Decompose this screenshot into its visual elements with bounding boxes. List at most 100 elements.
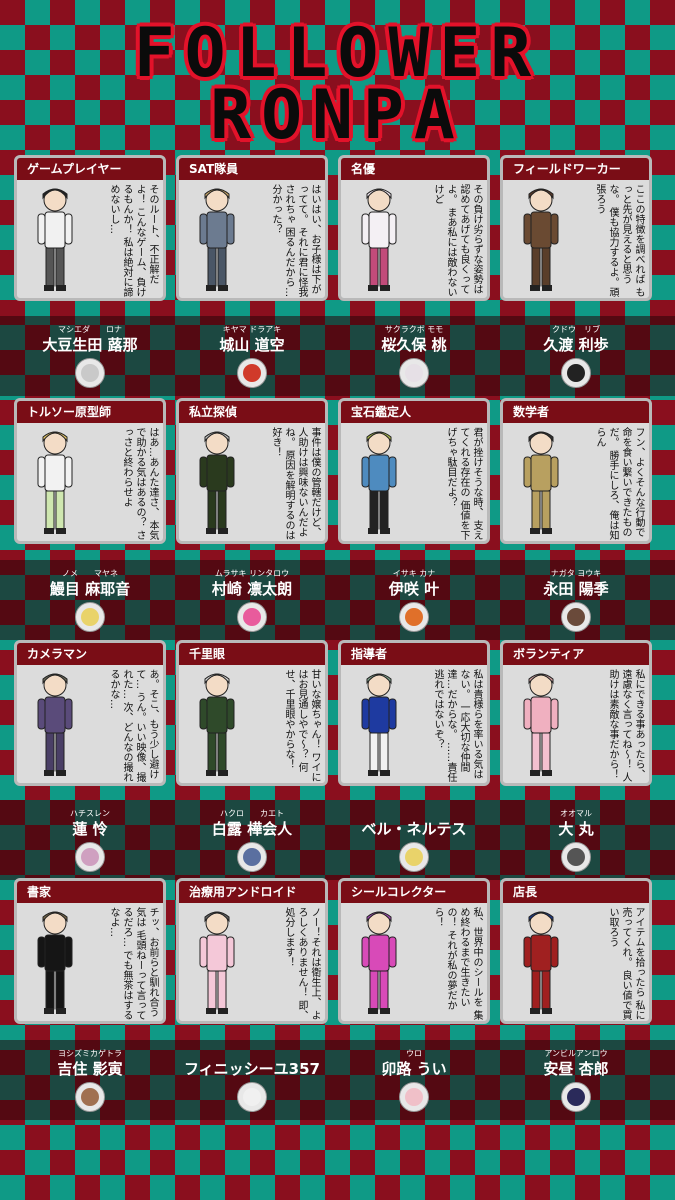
follower-name: 吉住 影寅 — [57, 1060, 123, 1078]
follower-info: フィニッシーユ357 — [176, 1048, 328, 1112]
occupation-label: 指導者 — [341, 643, 487, 665]
name-reading: マシエダ ロナ — [58, 325, 122, 334]
character-quote: 甘いな嬢ちゃん！ ワイにはお見通しやで～？ 何せ、千里眼やからな！ — [283, 669, 320, 783]
follower-info: オオマル大 丸 — [500, 808, 652, 872]
name-reading: ハクロ カエト — [220, 809, 284, 818]
character-quote: 私、世界中のシールを 集め終わるまで生きたいの！ それが私の夢だから！ — [432, 907, 482, 1021]
follower-info: アンビルアンロウ 安昼 杏郎 — [500, 1048, 652, 1112]
occupation-label: 数学者 — [503, 401, 649, 423]
avatar-icon — [75, 602, 105, 632]
avatar-icon — [399, 358, 429, 388]
occupation-label: 私立探偵 — [179, 401, 325, 423]
character-card: 私立探偵事件は僕の管轄だけど、 人助けは興味ないんだよね。 原因を解明するのは好… — [176, 398, 328, 544]
occupation-label: 治療用アンドロイド — [179, 881, 325, 903]
avatar-icon — [237, 1082, 267, 1112]
character-card: カメラマンあ。そこ、もう少し避けて… うん。いい映像、撮れた… 次、どんなの撮れ… — [14, 640, 166, 786]
follower-info: キヤマ ドラアキ 城山 道空 — [176, 324, 328, 388]
avatar-icon — [237, 842, 267, 872]
occupation-label: カメラマン — [17, 643, 163, 665]
character-card: 指導者 私は貴様らを率いる気はない。 一応大切な仲間達…だからな。 ……責任逃れで… — [338, 640, 490, 786]
avatar-icon — [237, 602, 267, 632]
occupation-label: 宝石鑑定人 — [341, 401, 487, 423]
name-reading: ノメ マヤネ — [62, 569, 118, 578]
character-quote: はいはい、お子様は下がってて。 それに君に怪我されちゃ 困るんだから…分かった？ — [270, 184, 320, 298]
follower-name: 村崎 凛太朗 — [211, 580, 293, 598]
name-reading — [338, 808, 490, 820]
character-quote: ここの特徴を調べれば もっと先が見えると思うな。 僕も協力するよ。頑張ろう — [594, 184, 644, 298]
name-reading: ヨシズミカゲトラ — [58, 1049, 122, 1058]
character-figure — [199, 188, 235, 291]
character-quote: アイテムを拾ったら 私に売ってくれ。 良い値で買い取ろう — [607, 907, 644, 1021]
occupation-label: ボランティア — [503, 643, 649, 665]
avatar-icon — [561, 842, 591, 872]
character-quote: はあ…あんた達さ、 本気で助かる気はあるの？ さっさと終わらせよ — [121, 427, 158, 541]
character-figure — [523, 188, 559, 291]
name-reading: ハチスレン — [70, 809, 110, 818]
avatar-icon — [561, 602, 591, 632]
name-reading — [176, 1048, 328, 1060]
character-card: ボランティア 私にできる事あったら、 遠慮なく言ってね～！ 人助けは素敵な事だから… — [500, 640, 652, 786]
character-quote: フン、よくそんな行動で 命を食い繋いできたものだ。 勝手にしろ、俺は知らん — [594, 427, 644, 541]
character-figure — [37, 188, 73, 291]
character-figure — [361, 431, 397, 534]
follower-info: クドウ リブ久渡 利歩 — [500, 324, 652, 388]
follower-name: フィニッシーユ357 — [183, 1060, 320, 1078]
character-quote: 君が挫けそうな時、 支えてくれる存在の 価値を下げちゃ駄目だよ？ — [445, 427, 482, 541]
occupation-label: シールコレクター — [341, 881, 487, 903]
character-quote: そのルート、不正解だよ！ こんなゲーム、負けるもんか！ 私は絶対に諦めないし… — [108, 184, 158, 298]
character-figure — [37, 673, 73, 776]
character-figure — [199, 431, 235, 534]
name-reading: クドウ リブ — [552, 325, 600, 334]
follower-info: イサキ カナ伊咲 叶 — [338, 568, 490, 632]
avatar-icon — [75, 842, 105, 872]
follower-name: 大豆生田 蕗那 — [42, 336, 138, 354]
character-card: 千里眼甘いな嬢ちゃん！ ワイにはお見通しやで～？ 何せ、千里眼やからな！ — [176, 640, 328, 786]
occupation-label: フィールドワーカー — [503, 158, 649, 180]
follower-info: ナガタ ヨウキ永田 陽季 — [500, 568, 652, 632]
avatar-icon — [399, 842, 429, 872]
occupation-label: SAT隊員 — [179, 158, 325, 180]
name-reading: オオマル — [560, 809, 592, 818]
character-quote: チッ、お前らと馴れ合う気は 毛頭ねーって言ってるだろ… でも無茶はするなよ… — [108, 907, 158, 1021]
follower-info: ハクロ カエト白露 樺会人 — [176, 808, 328, 872]
occupation-label: 店長 — [503, 881, 649, 903]
follower-info: ムラサキ リンタロウ 村崎 凛太朗 — [176, 568, 328, 632]
follower-name: 安昼 杏郎 — [543, 1060, 609, 1078]
character-card: SAT隊員はいはい、お子様は下がってて。 それに君に怪我されちゃ 困るんだから…… — [176, 155, 328, 301]
character-card: 名優 その負け劣らずな姿勢は 認めてあげても良くってよ。 まあ私には敵わないけど — [338, 155, 490, 301]
character-quote: あ。そこ、もう少し避けて… うん。いい映像、撮れた… 次、どんなの撮れるかな… — [108, 669, 158, 783]
character-figure — [523, 431, 559, 534]
avatar-icon — [399, 602, 429, 632]
follower-info: ヨシズミカゲトラ吉住 影寅 — [14, 1048, 166, 1112]
name-reading: イサキ カナ — [392, 569, 436, 578]
follower-info: マシエダ ロナ大豆生田 蕗那 — [14, 324, 166, 388]
follower-name: 久渡 利歩 — [543, 336, 609, 354]
character-quote: 事件は僕の管轄だけど、 人助けは興味ないんだよね。 原因を解明するのは好き！ — [270, 427, 320, 541]
character-card: トルソー原型師 はあ…あんた達さ、 本気で助かる気はあるの？ さっさと終わらせよ — [14, 398, 166, 544]
follower-name: 桜久保 桃 — [381, 336, 447, 354]
follower-name: 大 丸 — [558, 820, 594, 838]
follower-name: 永田 陽季 — [543, 580, 609, 598]
character-card: 店長アイテムを拾ったら 私に売ってくれ。 良い値で買い取ろう — [500, 878, 652, 1024]
character-figure — [361, 673, 397, 776]
name-reading: サクラクボ モモ — [384, 325, 444, 334]
avatar-icon — [399, 1082, 429, 1112]
character-card: 数学者フン、よくそんな行動で 命を食い繋いできたものだ。 勝手にしろ、俺は知らん — [500, 398, 652, 544]
character-figure — [523, 673, 559, 776]
title-line-2: RONPA — [210, 76, 465, 155]
follower-info: サクラクボ モモ桜久保 桃 — [338, 324, 490, 388]
avatar-icon — [561, 1082, 591, 1112]
name-reading: ウロ — [406, 1049, 422, 1058]
follower-name: 白露 樺会人 — [211, 820, 293, 838]
avatar-icon — [75, 358, 105, 388]
character-card: 宝石鑑定人君が挫けそうな時、 支えてくれる存在の 価値を下げちゃ駄目だよ？ — [338, 398, 490, 544]
occupation-label: 千里眼 — [179, 643, 325, 665]
character-card: ゲームプレイヤー そのルート、不正解だよ！ こんなゲーム、負けるもんか！ 私は絶対… — [14, 155, 166, 301]
character-card: 治療用アンドロイドノー！それは衛生上、 よろしくありません！ 即、処分します！ — [176, 878, 328, 1024]
follower-name: 伊咲 叶 — [388, 580, 440, 598]
occupation-label: 書家 — [17, 881, 163, 903]
name-reading: ナガタ ヨウキ — [550, 569, 602, 578]
character-figure — [361, 911, 397, 1014]
follower-name: ベル・ネルテス — [361, 820, 467, 838]
character-quote: ノー！それは衛生上、 よろしくありません！ 即、処分します！ — [283, 907, 320, 1021]
